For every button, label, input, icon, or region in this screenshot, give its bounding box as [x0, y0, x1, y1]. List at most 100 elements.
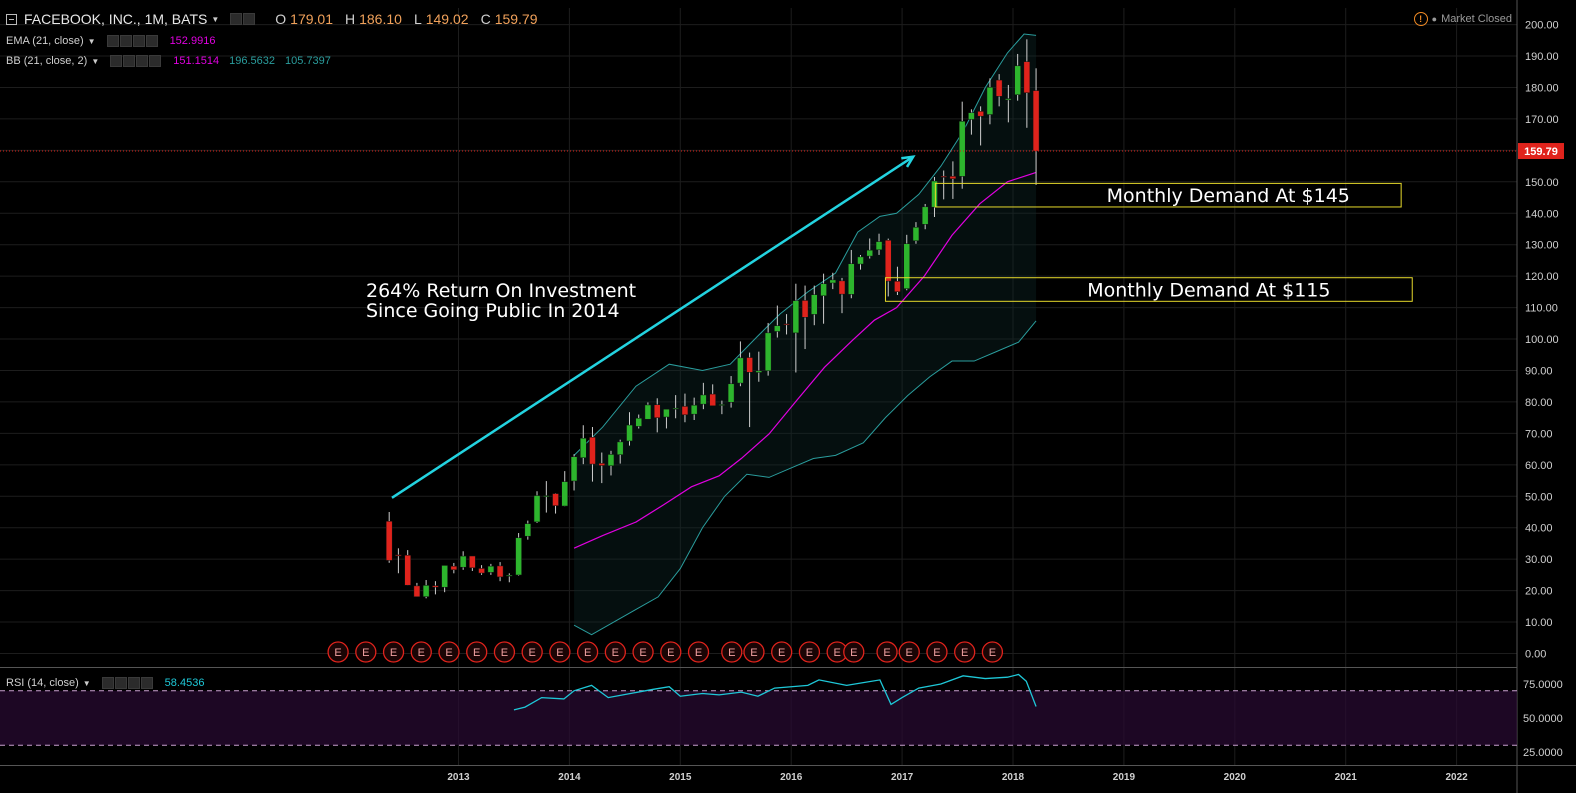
candle-body: [681, 406, 689, 416]
candle-body: [986, 87, 994, 115]
chevron-down-icon[interactable]: ▼: [83, 679, 91, 688]
gear-icon[interactable]: [123, 55, 136, 67]
eye-icon[interactable]: [101, 677, 114, 689]
candle-body: [487, 565, 495, 573]
earnings-marker-label: E: [989, 647, 996, 659]
y-tick-label: 50.00: [1525, 491, 1553, 503]
rsi-tick-label: 50.0000: [1523, 713, 1563, 725]
bb-lower-value: 105.7397: [285, 55, 331, 67]
x-tick-label: 2022: [1445, 772, 1468, 783]
y-tick-label: 10.00: [1525, 617, 1553, 629]
candle-body: [1005, 98, 1012, 101]
rsi-label[interactable]: RSI (14, close): [6, 677, 79, 689]
gear-icon[interactable]: [119, 35, 132, 47]
x-tick-label: 2017: [891, 772, 914, 783]
eye-icon[interactable]: [106, 35, 119, 47]
candle-body: [820, 283, 827, 297]
earnings-marker-label: E: [445, 647, 452, 659]
close-value: 159.79: [494, 11, 538, 27]
candle-body: [644, 404, 652, 420]
candle-body: [977, 111, 984, 117]
earnings-marker-label: E: [501, 647, 508, 659]
candle-body: [570, 456, 578, 482]
candle-body: [450, 565, 458, 571]
candle-body: [940, 176, 947, 178]
candle-body: [968, 112, 975, 120]
candle-body: [894, 280, 901, 292]
candle-body: [866, 249, 873, 257]
rsi-tools[interactable]: [101, 677, 153, 689]
y-tick-label: 60.00: [1525, 460, 1553, 472]
gear-icon[interactable]: [243, 13, 256, 25]
earnings-marker-label: E: [390, 647, 397, 659]
low-label: L: [413, 11, 422, 27]
candle-body: [533, 495, 541, 523]
close-icon[interactable]: [149, 55, 162, 67]
close-icon[interactable]: [145, 35, 158, 47]
plus-icon[interactable]: [127, 677, 140, 689]
plus-icon[interactable]: [132, 35, 145, 47]
candle-body: [737, 357, 744, 384]
price-chart[interactable]: Monthly Demand At $145 Monthly Demand At …: [0, 0, 1576, 793]
earnings-marker-label: E: [750, 647, 757, 659]
earnings-marker-label: E: [418, 647, 425, 659]
x-tick-label: 2019: [1113, 772, 1136, 783]
legend-tools[interactable]: [229, 13, 256, 25]
candle-body: [903, 243, 911, 289]
y-tick-label: 40.00: [1525, 523, 1553, 535]
chevron-down-icon[interactable]: ▼: [211, 15, 219, 24]
candle-body: [792, 300, 800, 334]
candle-body: [718, 404, 726, 406]
earnings-marker-label: E: [906, 647, 913, 659]
roi-annotation-line: 264% Return On Investment: [366, 280, 636, 302]
candle-body: [949, 176, 957, 179]
x-tick-label: 2016: [780, 772, 803, 783]
eye-icon[interactable]: [110, 55, 123, 67]
y-tick-label: 90.00: [1525, 365, 1553, 377]
earnings-marker-label: E: [695, 647, 702, 659]
bb-label[interactable]: BB (21, close, 2): [6, 55, 87, 67]
y-tick-label: 150.00: [1525, 177, 1559, 189]
collapse-icon[interactable]: [6, 13, 17, 25]
last-price-tag-label: 159.79: [1524, 146, 1558, 158]
earnings-marker-label: E: [667, 647, 674, 659]
candle-body: [829, 279, 837, 284]
candle-body: [422, 585, 430, 597]
close-icon[interactable]: [140, 677, 153, 689]
earnings-marker-label: E: [362, 647, 369, 659]
plus-icon[interactable]: [136, 55, 149, 67]
candle-body: [616, 441, 624, 455]
candle-body: [580, 437, 587, 458]
earnings-marker-label: E: [334, 647, 341, 659]
bb-basis-value: 151.1514: [173, 55, 220, 67]
candle-body: [653, 404, 661, 418]
rsi-legend: RSI (14, close) ▼ 58.4536: [6, 677, 204, 689]
candle-body: [496, 565, 504, 578]
ema-value: 152.9916: [169, 35, 216, 47]
candle-body: [774, 325, 781, 332]
candle-body: [404, 554, 411, 586]
close-label: C: [480, 11, 491, 27]
x-tick-label: 2021: [1335, 772, 1358, 783]
earnings-marker-label: E: [833, 647, 840, 659]
market-status[interactable]: ! ● Market Closed: [1413, 12, 1512, 26]
symbol-title[interactable]: FACEBOOK, INC., 1M, BATS: [24, 11, 207, 27]
chevron-down-icon[interactable]: ▼: [88, 37, 96, 46]
ema-legend: EMA (21, close) ▼ 152.9916: [6, 35, 215, 47]
candle-body: [607, 454, 615, 467]
candle-body: [931, 180, 938, 208]
earnings-marker-label: E: [850, 647, 857, 659]
candle-body: [995, 79, 1003, 97]
alert-icon[interactable]: !: [1413, 12, 1428, 26]
candle-body: [515, 537, 522, 576]
bb-tools[interactable]: [109, 55, 162, 67]
ema-label[interactable]: EMA (21, close): [6, 35, 84, 47]
ema-tools[interactable]: [106, 35, 158, 47]
rsi-value: 58.4536: [164, 677, 205, 689]
eye-icon[interactable]: [230, 13, 243, 25]
bb-legend: BB (21, close, 2) ▼ 151.1514 196.5632 10…: [6, 55, 331, 67]
chevron-down-icon[interactable]: ▼: [91, 57, 99, 66]
gear-icon[interactable]: [114, 677, 127, 689]
candle-body: [912, 227, 920, 242]
x-tick-label: 2020: [1224, 772, 1247, 783]
